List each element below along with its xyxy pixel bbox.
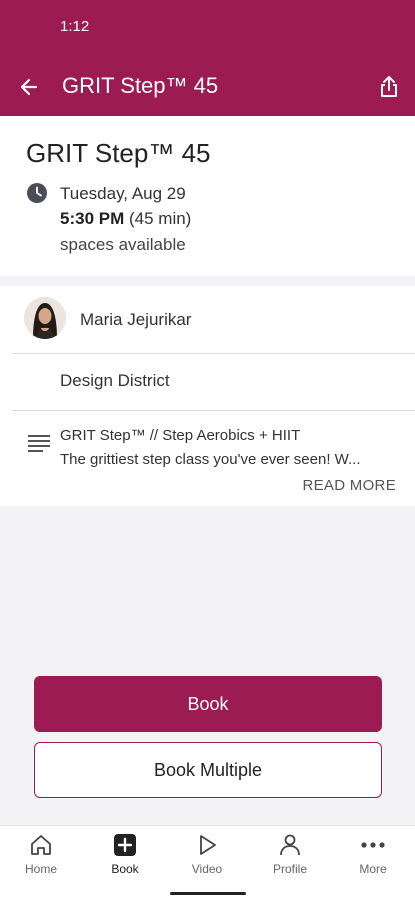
profile-icon [280, 834, 300, 856]
bottom-nav: Home Book Video Profile More [0, 825, 415, 900]
description-lines-icon [28, 435, 50, 452]
location-row[interactable]: Design District [12, 354, 415, 411]
class-header-card: GRIT Step™ 45 Tuesday, Aug 29 5:30 PM (4… [0, 116, 415, 276]
more-icon [361, 842, 385, 848]
play-icon [200, 835, 216, 855]
book-plus-icon [114, 834, 136, 856]
status-bar: 1:12 [0, 0, 415, 58]
description-row: GRIT Step™ // Step Aerobics + HIIT The g… [0, 411, 415, 506]
home-indicator [170, 892, 246, 895]
class-time-line: 5:30 PM (45 min) [60, 209, 191, 229]
app-bar-title: GRIT Step™ 45 [62, 73, 219, 98]
status-time: 1:12 [60, 18, 90, 35]
instructor-row[interactable]: Maria Jejurikar [12, 286, 415, 354]
nav-more[interactable]: More [338, 832, 408, 882]
class-duration: (45 min) [128, 209, 192, 228]
app-bar: GRIT Step™ 45 [0, 58, 415, 116]
nav-book-label: Book [111, 862, 139, 876]
nav-home-label: Home [24, 862, 57, 876]
nav-profile[interactable]: Profile [255, 832, 325, 882]
description-body: The grittiest step class you've ever see… [60, 451, 361, 468]
book-button[interactable]: Book [34, 676, 382, 732]
arrow-left-icon [20, 78, 38, 96]
share-icon [381, 76, 397, 97]
book-multiple-button[interactable]: Book Multiple [34, 742, 382, 798]
description-title: GRIT Step™ // Step Aerobics + HIIT [60, 427, 301, 444]
nav-profile-label: Profile [272, 862, 307, 876]
class-time: 5:30 PM [60, 209, 125, 228]
clock-icon [27, 183, 47, 203]
nav-more-label: More [359, 862, 387, 876]
class-title: GRIT Step™ 45 [26, 138, 211, 168]
class-details-card: Maria Jejurikar Design District GRIT Ste… [0, 286, 415, 506]
nav-book[interactable]: Book [90, 832, 160, 882]
share-button[interactable] [374, 72, 404, 102]
nav-home[interactable]: Home [6, 832, 76, 882]
instructor-name: Maria Jejurikar [80, 310, 192, 329]
class-date: Tuesday, Aug 29 [60, 184, 186, 203]
nav-video[interactable]: Video [172, 832, 242, 882]
availability-text: spaces available [60, 235, 186, 254]
back-button[interactable] [14, 72, 44, 102]
read-more-link[interactable]: READ MORE [302, 477, 396, 494]
instructor-photo [24, 297, 66, 339]
nav-video-label: Video [191, 862, 223, 876]
location-name: Design District [60, 371, 170, 390]
home-icon [31, 835, 51, 855]
avatar [24, 297, 66, 339]
